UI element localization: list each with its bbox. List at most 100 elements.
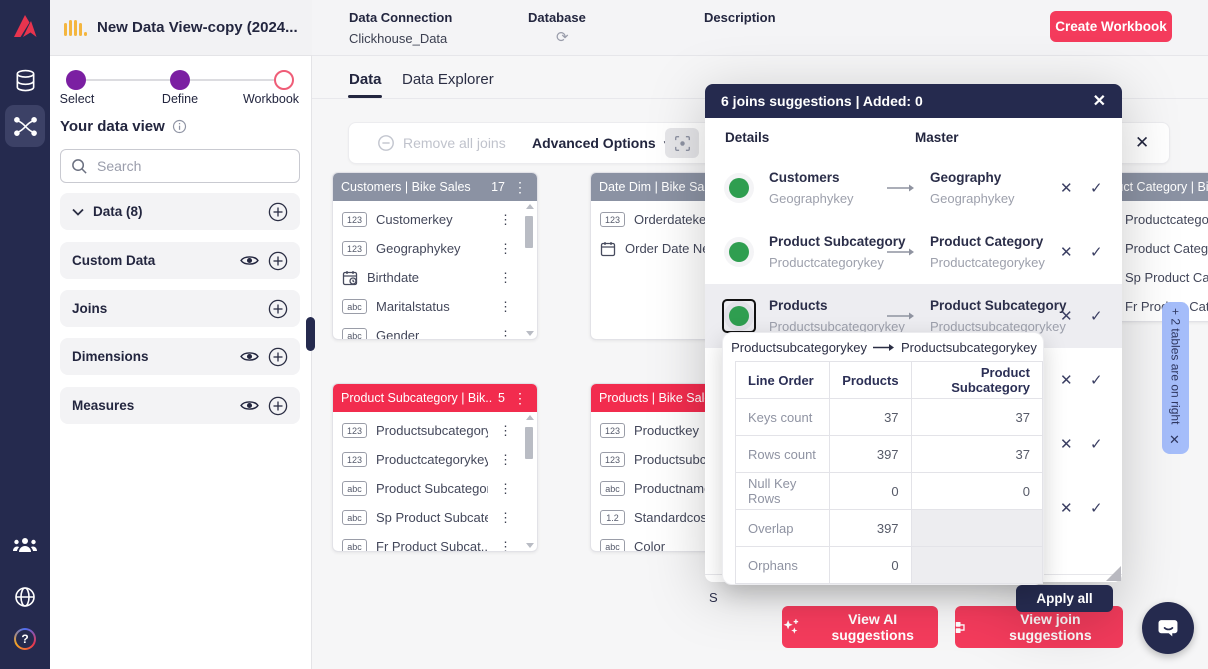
reject-join-icon[interactable]: ✕	[1060, 243, 1073, 261]
field-row[interactable]: 123Productsubcategory...⋮	[333, 416, 537, 445]
modal-header[interactable]: 6 joins suggestions | Added: 0 ✕	[705, 84, 1122, 118]
kebab-menu-icon[interactable]: ⋮	[497, 423, 514, 439]
join-suggestion-row[interactable]: Product SubcategoryProductcategorykey Pr…	[705, 220, 1122, 284]
table-card-header[interactable]: Customers | Bike Sales 17 ⋮	[333, 173, 537, 201]
toolbar-close-button[interactable]: ✕	[1135, 123, 1149, 163]
view-join-suggestions-button[interactable]: View join suggestions	[955, 606, 1123, 648]
field-row[interactable]: Birthdate⋮	[333, 263, 537, 292]
kebab-menu-icon[interactable]: ⋮	[497, 299, 514, 315]
add-icon[interactable]	[268, 396, 288, 416]
field-row[interactable]: abcSp Product Subcateg...⋮	[333, 503, 537, 532]
accept-join-icon[interactable]: ✓	[1090, 499, 1103, 517]
step-define-circle[interactable]	[170, 70, 190, 90]
fit-view-button[interactable]	[665, 128, 699, 158]
kebab-menu-icon[interactable]: ⋮	[497, 212, 514, 228]
accept-join-icon[interactable]: ✓	[1090, 307, 1103, 325]
advanced-options-button[interactable]: Advanced Options ▾	[532, 123, 669, 163]
nav-community-icon[interactable]	[0, 533, 50, 557]
tables-on-right-tab[interactable]: + 2 tables are on right ✕	[1162, 302, 1189, 454]
reject-join-icon[interactable]: ✕	[1060, 307, 1073, 325]
nav-help-icon[interactable]: ?	[0, 626, 50, 652]
add-icon[interactable]	[268, 251, 288, 271]
field-row[interactable]: abcFr Product Subcat...⋮	[333, 532, 537, 552]
field-label: Gender	[376, 328, 419, 340]
kebab-menu-icon[interactable]: ⋮	[497, 452, 514, 468]
view-ai-suggestions-button[interactable]: View AI suggestions	[782, 606, 938, 648]
reject-join-icon[interactable]: ✕	[1060, 371, 1073, 389]
eye-icon[interactable]	[240, 350, 259, 363]
join-status-dot[interactable]	[729, 242, 749, 262]
sidebar-resize-handle[interactable]	[306, 317, 315, 351]
kebab-menu-icon[interactable]: ⋮	[497, 241, 514, 257]
accept-join-icon[interactable]: ✓	[1090, 435, 1103, 453]
scroll-down-icon[interactable]	[526, 543, 534, 548]
kebab-menu-icon[interactable]: ⋮	[511, 179, 529, 196]
apply-all-button[interactable]: Apply all	[1016, 585, 1113, 612]
nav-globe-icon[interactable]	[0, 584, 50, 610]
field-row[interactable]: 123Customerkey⋮	[333, 205, 537, 234]
string-type-icon: abc	[342, 481, 367, 496]
field-label: Customerkey	[376, 212, 453, 227]
step-select-circle[interactable]	[66, 70, 86, 90]
nav-database-icon[interactable]	[0, 66, 50, 96]
join-suggestion-row[interactable]: CustomersGeographykey GeographyGeography…	[705, 156, 1122, 220]
section-joins[interactable]: Joins	[60, 290, 300, 327]
nav-joins-icon[interactable]	[5, 105, 45, 147]
search-box[interactable]	[60, 149, 300, 183]
section-dimensions[interactable]: Dimensions	[60, 338, 300, 375]
string-type-icon: abc	[342, 299, 367, 314]
kebab-menu-icon[interactable]: ⋮	[511, 390, 529, 407]
field-row[interactable]: 123Productcategorykey⋮	[333, 445, 537, 474]
accept-join-icon[interactable]: ✓	[1090, 243, 1103, 261]
section-measures[interactable]: Measures	[60, 387, 300, 424]
add-icon[interactable]	[268, 202, 288, 222]
card-scrollbar[interactable]	[524, 204, 535, 336]
reject-join-icon[interactable]: ✕	[1060, 499, 1073, 517]
refresh-icon[interactable]: ⟳	[556, 28, 569, 46]
accept-join-icon[interactable]: ✓	[1090, 371, 1103, 389]
create-workbook-button[interactable]: Create Workbook	[1050, 11, 1172, 42]
remove-all-joins-button[interactable]: Remove all joins	[377, 123, 506, 163]
master-key: Geographykey	[930, 191, 1015, 206]
kebab-menu-icon[interactable]: ⋮	[497, 481, 514, 497]
scrollbar-thumb[interactable]	[525, 427, 533, 459]
field-row[interactable]: abcMaritalstatus⋮	[333, 292, 537, 321]
resize-handle[interactable]	[1106, 566, 1121, 581]
modal-close-icon[interactable]: ✕	[1093, 91, 1106, 111]
scroll-up-icon[interactable]	[526, 415, 534, 420]
field-label: Sp Product Subcateg...	[376, 510, 488, 525]
join-status-dot[interactable]	[729, 306, 749, 326]
join-status-dot[interactable]	[729, 178, 749, 198]
section-data[interactable]: Data (8)	[60, 193, 300, 230]
field-row[interactable]: abcProduct Subcategory⋮	[333, 474, 537, 503]
reject-join-icon[interactable]: ✕	[1060, 435, 1073, 453]
master-table: Geography	[930, 170, 1015, 185]
eye-icon[interactable]	[240, 254, 259, 267]
table-card-header[interactable]: Product Subcategory | Bik... 5 ⋮	[333, 384, 537, 412]
reject-join-icon[interactable]: ✕	[1060, 179, 1073, 197]
scroll-up-icon[interactable]	[526, 204, 534, 209]
field-row[interactable]: abcGender⋮	[333, 321, 537, 340]
add-icon[interactable]	[268, 299, 288, 319]
eye-icon[interactable]	[240, 399, 259, 412]
chat-widget-button[interactable]	[1142, 602, 1194, 654]
search-input[interactable]	[97, 158, 267, 174]
tab-data-explorer[interactable]: Data Explorer	[402, 71, 494, 88]
add-icon[interactable]	[268, 347, 288, 367]
section-custom-data[interactable]: Custom Data	[60, 242, 300, 279]
scroll-down-icon[interactable]	[526, 331, 534, 336]
close-icon[interactable]: ✕	[1168, 433, 1183, 448]
kebab-menu-icon[interactable]: ⋮	[497, 270, 514, 286]
kebab-menu-icon[interactable]: ⋮	[497, 328, 514, 341]
accept-join-icon[interactable]: ✓	[1090, 179, 1103, 197]
card-scrollbar[interactable]	[524, 415, 535, 548]
step-workbook-circle[interactable]	[274, 70, 294, 90]
kebab-menu-icon[interactable]: ⋮	[497, 539, 514, 553]
kebab-menu-icon[interactable]: ⋮	[497, 510, 514, 526]
field-row[interactable]: 123Geographykey⋮	[333, 234, 537, 263]
tab-data[interactable]: Data	[349, 71, 382, 88]
app-logo-icon[interactable]	[0, 8, 50, 44]
chevron-down-icon[interactable]	[72, 208, 84, 216]
scrollbar-thumb[interactable]	[525, 216, 533, 248]
info-icon[interactable]	[172, 119, 187, 134]
